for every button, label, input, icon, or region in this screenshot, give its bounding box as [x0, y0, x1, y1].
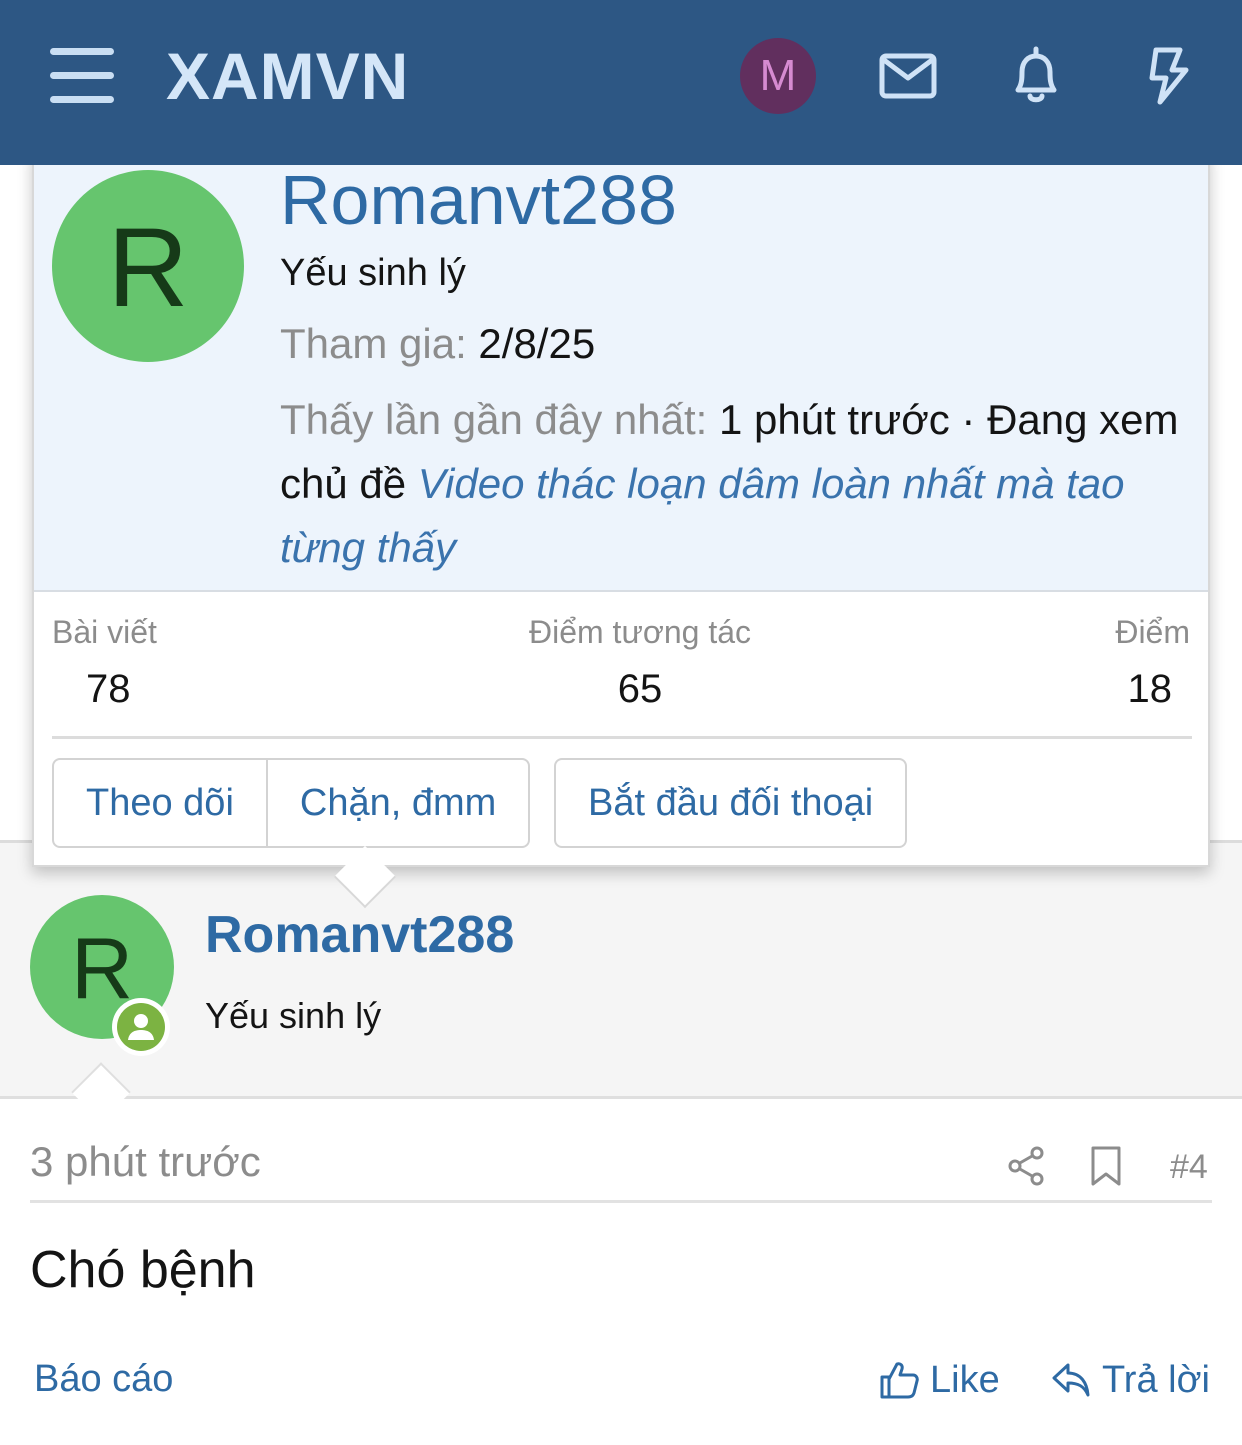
site-logo[interactable]: XAMVN — [166, 38, 409, 114]
member-user-title: Yếu sinh lý — [280, 252, 466, 294]
stat-points-label: Điểm — [1115, 614, 1190, 650]
reply-label: Trả lời — [1102, 1358, 1210, 1401]
joined-value: 2/8/25 — [478, 320, 596, 367]
stat-reaction-value: 65 — [617, 667, 663, 711]
bell-icon[interactable] — [1004, 44, 1068, 108]
stat-reaction-score: Điểm tương tác 65 — [512, 614, 768, 712]
account-avatar[interactable]: M — [740, 38, 816, 114]
member-joined: Tham gia: 2/8/25 — [280, 320, 595, 368]
like-label: Like — [930, 1358, 1000, 1401]
reply-icon — [1052, 1363, 1090, 1397]
stat-points: Điểm 18 — [1115, 614, 1190, 712]
post-author-area — [0, 843, 1242, 1098]
post-number-link[interactable]: #4 — [1170, 1148, 1208, 1187]
like-button[interactable]: Like — [878, 1356, 1000, 1404]
reply-button[interactable]: Trả lời — [1050, 1356, 1210, 1404]
member-last-seen: Thấy lần gần đây nhất: 1 phút trước · Đa… — [280, 388, 1180, 580]
last-seen-label: Thấy lần gần đây nhất: — [280, 396, 708, 443]
report-link[interactable]: Báo cáo — [34, 1358, 173, 1401]
joined-label: Tham gia: — [280, 320, 467, 367]
divider — [52, 736, 1192, 739]
member-username[interactable]: Romanvt288 — [280, 160, 677, 240]
envelope-icon[interactable] — [876, 44, 940, 108]
member-card-header: R Romanvt288 Yếu sinh lý Tham gia: 2/8/2… — [34, 152, 1208, 592]
last-seen-thread-link[interactable]: Video thác loạn dâm loàn nhất mà tao từn… — [280, 460, 1125, 571]
stat-points-value[interactable]: 18 — [1115, 667, 1190, 712]
top-navigation-bar: XAMVN M — [0, 0, 1242, 165]
post-author-name[interactable]: Romanvt288 — [205, 905, 514, 965]
divider — [30, 1200, 1212, 1203]
member-avatar[interactable]: R — [52, 170, 244, 362]
member-tooltip-card: R Romanvt288 Yếu sinh lý Tham gia: 2/8/2… — [32, 150, 1210, 909]
stat-posts: Bài viết 78 — [52, 614, 157, 712]
bookmark-icon[interactable] — [1090, 1145, 1122, 1187]
lightning-icon[interactable] — [1134, 44, 1198, 108]
menu-icon[interactable] — [50, 48, 114, 104]
start-conversation-button[interactable]: Bắt đầu đối thoại — [554, 758, 908, 848]
stat-reaction-label: Điểm tương tác — [528, 614, 752, 650]
stat-posts-value[interactable]: 78 — [52, 667, 157, 712]
thumbs-up-icon — [880, 1362, 919, 1399]
divider — [0, 1096, 1242, 1099]
member-action-group: Theo dõi Chặn, đmm — [52, 758, 531, 848]
post-timestamp[interactable]: 3 phút trước — [30, 1138, 261, 1186]
stat-posts-label: Bài viết — [52, 614, 157, 650]
follow-button[interactable]: Theo dõi — [54, 760, 266, 846]
share-icon[interactable] — [1006, 1145, 1046, 1187]
online-status-icon — [112, 998, 170, 1056]
post-author-title: Yếu sinh lý — [205, 995, 382, 1036]
ignore-button[interactable]: Chặn, đmm — [265, 760, 529, 846]
post-content: Chó bệnh — [30, 1241, 256, 1299]
page: XAMVN M R Romanvt288 Yếu sinh lý R Roman… — [0, 0, 1242, 1445]
